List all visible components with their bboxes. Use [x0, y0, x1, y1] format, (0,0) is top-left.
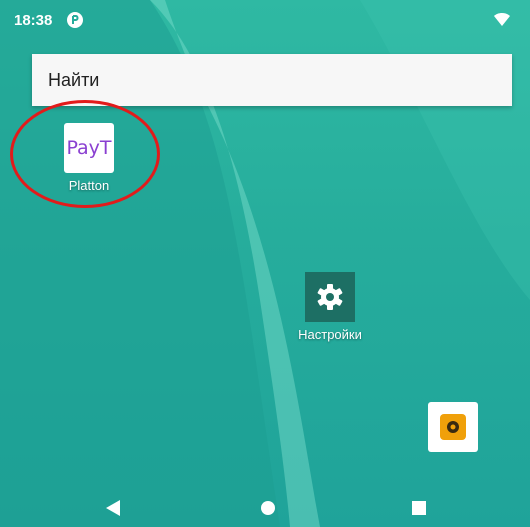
app-settings[interactable]: Настройки — [287, 272, 373, 342]
status-bar: 18:38 — [0, 0, 530, 40]
app-label-settings: Настройки — [298, 327, 362, 342]
search-bar[interactable]: Найти — [32, 54, 512, 106]
camera-icon[interactable] — [428, 402, 478, 452]
home-screen: 18:38 Найти PayT Platton Настройки — [0, 0, 530, 527]
recent-apps-icon[interactable] — [412, 501, 426, 515]
notification-icon — [67, 12, 83, 28]
navigation-bar — [0, 480, 530, 527]
search-label: Найти — [48, 69, 100, 90]
wifi-icon — [494, 13, 510, 26]
highlight-circle — [10, 100, 160, 208]
home-icon[interactable] — [261, 501, 275, 515]
app-camera[interactable] — [428, 402, 480, 452]
status-time: 18:38 — [14, 12, 53, 29]
back-icon[interactable] — [106, 500, 120, 516]
gear-icon[interactable] — [305, 272, 355, 322]
